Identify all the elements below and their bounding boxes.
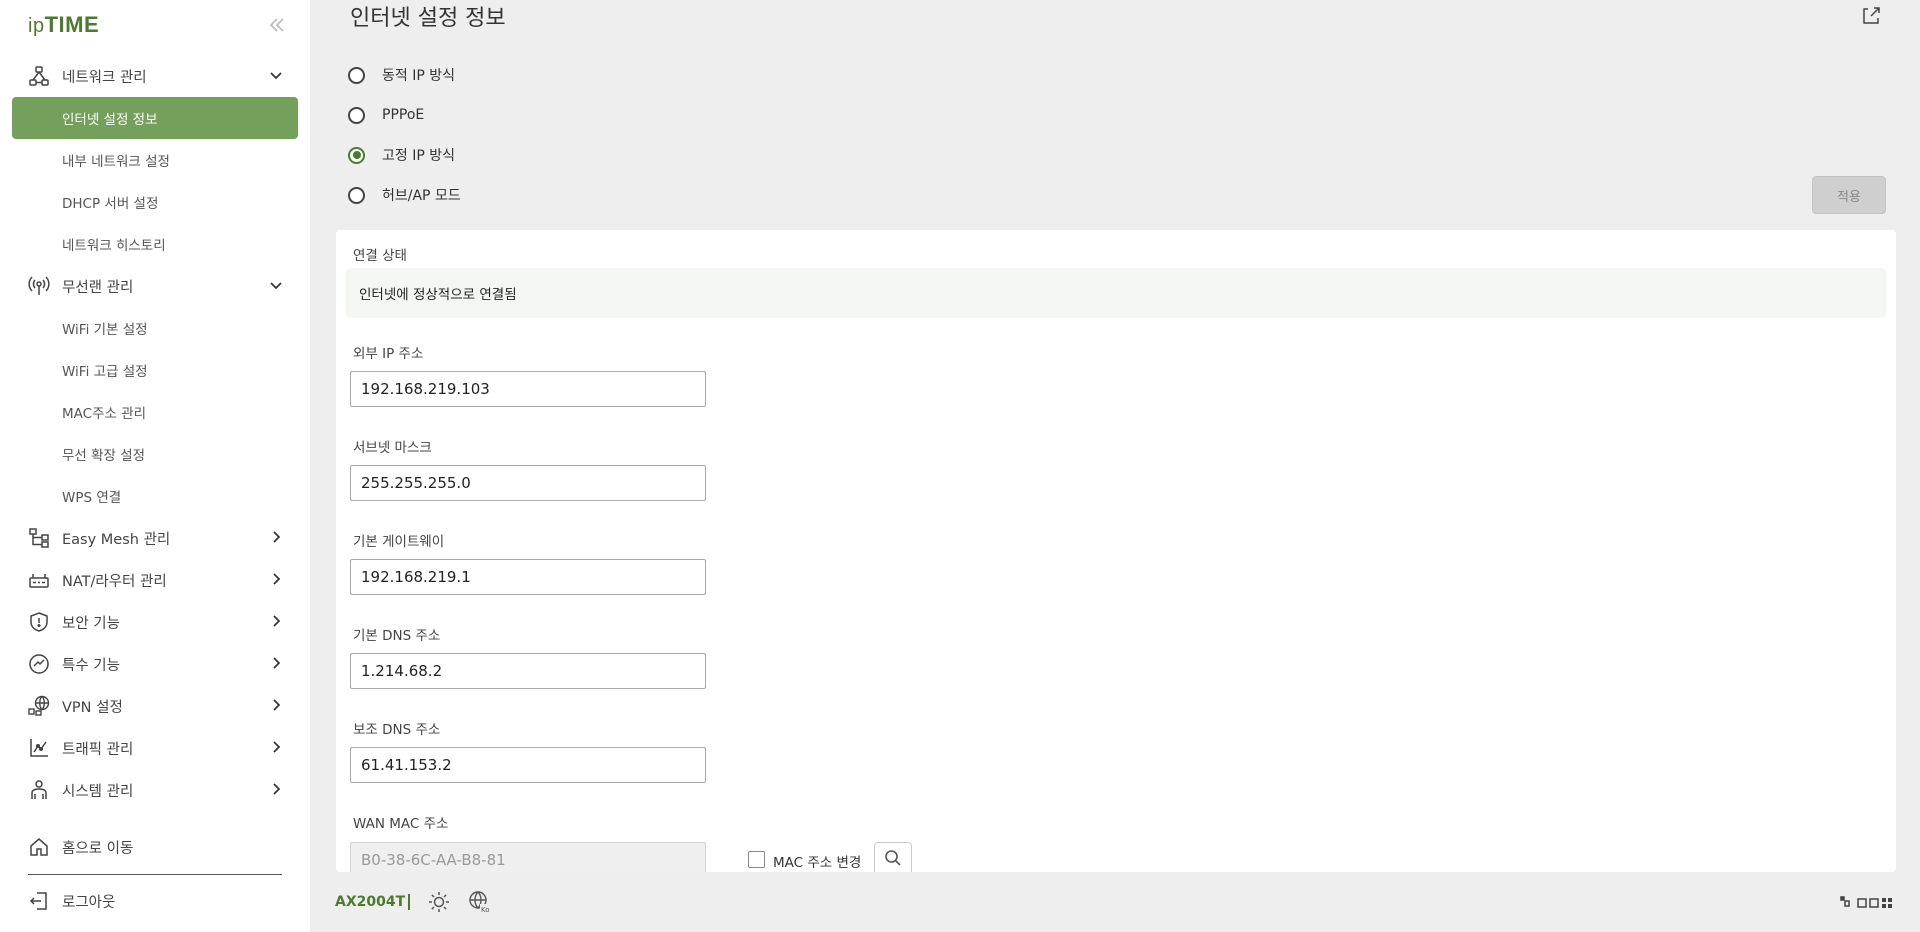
sidebar-item-internet-settings[interactable]: 인터넷 설정 정보	[12, 97, 298, 139]
chevron-right-icon	[268, 529, 284, 545]
sidebar-group-wireless[interactable]: 무선랜 관리	[0, 265, 310, 307]
sidebar-group-label: 무선랜 관리	[62, 279, 134, 296]
sidebar-group-label: 특수 기능	[62, 657, 120, 674]
sidebar-group-vpn[interactable]: VPN 설정	[0, 685, 310, 727]
logout-link[interactable]: 로그아웃	[0, 880, 310, 922]
wireless-icon	[28, 275, 50, 297]
chevron-right-icon	[268, 781, 284, 797]
chevron-right-icon	[268, 613, 284, 629]
sidebar-group-label: 트래픽 관리	[62, 741, 134, 758]
sidebar-item-network-history[interactable]: 네트워크 히스토리	[12, 223, 298, 265]
home-link[interactable]: 홈으로 이동	[0, 826, 310, 868]
radio-button[interactable]	[348, 186, 365, 204]
sidebar: ipTIME 네트워크 관리 인터넷 설정 정보 내부 네트워크 설정 DHCP…	[0, 0, 310, 932]
wan-mac-label: WAN MAC 주소	[353, 816, 449, 832]
chevron-down-icon	[268, 277, 284, 293]
iptime-logo[interactable]: ipTIME	[28, 12, 99, 38]
sidebar-group-label: 네트워크 관리	[62, 69, 147, 86]
radio-dynamic-ip[interactable]: 동적 IP 방식	[348, 63, 455, 87]
external-ip-input[interactable]: 192.168.219.103	[350, 371, 706, 407]
sidebar-group-traffic[interactable]: 트래픽 관리	[0, 727, 310, 769]
connection-status-label: 연결 상태	[353, 248, 407, 264]
sidebar-group-label: VPN 설정	[62, 699, 123, 716]
sidebar-item-wifi-basic[interactable]: WiFi 기본 설정	[12, 307, 298, 349]
sidebar-group-nat-router[interactable]: NAT/라우터 관리	[0, 559, 310, 601]
vpn-globe-icon	[28, 695, 50, 717]
apply-button[interactable]: 적용	[1812, 176, 1886, 214]
mac-search-button[interactable]	[874, 842, 912, 872]
subnet-mask-label: 서브넷 마스크	[353, 440, 432, 456]
sidebar-divider	[28, 874, 282, 875]
brightness-icon[interactable]	[427, 890, 451, 914]
radio-button-selected[interactable]	[348, 146, 365, 164]
chevron-down-icon	[268, 67, 284, 83]
gateway-label: 기본 게이트웨이	[353, 534, 445, 550]
sidebar-group-label: 보안 기능	[62, 615, 120, 632]
special-icon	[28, 653, 50, 675]
subnet-mask-input[interactable]: 255.255.255.0	[350, 465, 706, 501]
logout-icon	[28, 890, 50, 912]
sidebar-item-wifi-advanced[interactable]: WiFi 고급 설정	[12, 349, 298, 391]
network-icon	[28, 65, 50, 87]
page-title: 인터넷 설정 정보	[350, 6, 506, 31]
footer-separator	[408, 894, 410, 910]
mac-change-label: MAC 주소 변경	[773, 855, 862, 871]
secondary-dns-input[interactable]: 61.41.153.2	[350, 747, 706, 783]
sidebar-group-special[interactable]: 특수 기능	[0, 643, 310, 685]
sidebar-item-wireless-extend[interactable]: 무선 확장 설정	[12, 433, 298, 475]
mac-change-checkbox[interactable]	[748, 851, 765, 868]
system-icon	[28, 779, 50, 801]
sidebar-group-network[interactable]: 네트워크 관리	[0, 55, 310, 97]
chevron-right-icon	[268, 739, 284, 755]
router-icon	[28, 569, 50, 591]
sidebar-group-label: NAT/라우터 관리	[62, 573, 167, 590]
primary-dns-label: 기본 DNS 주소	[353, 628, 441, 644]
sidebar-item-dhcp[interactable]: DHCP 서버 설정	[12, 181, 298, 223]
sidebar-group-label: 시스템 관리	[62, 783, 134, 800]
sidebar-collapse-icon[interactable]	[268, 14, 286, 36]
search-icon	[884, 849, 902, 871]
radio-button[interactable]	[348, 106, 365, 124]
radio-hub-ap[interactable]: 허브/AP 모드	[348, 183, 461, 207]
gateway-input[interactable]: 192.168.219.1	[350, 559, 706, 595]
sidebar-group-easy-mesh[interactable]: Easy Mesh 관리	[0, 517, 310, 559]
home-icon	[28, 836, 50, 858]
sidebar-item-wps[interactable]: WPS 연결	[12, 475, 298, 517]
language-globe-icon[interactable]: Ko	[468, 890, 492, 914]
secondary-dns-label: 보조 DNS 주소	[353, 722, 441, 738]
main-content: 인터넷 설정 정보 동적 IP 방식 PPPoE 고정 IP 방식 허브/AP …	[310, 0, 1920, 872]
chevron-right-icon	[268, 697, 284, 713]
model-name: AX2004T	[335, 894, 406, 910]
shield-icon	[28, 611, 50, 633]
footer-bar: AX2004T Ko	[310, 872, 1920, 932]
external-ip-label: 외부 IP 주소	[353, 346, 424, 362]
sidebar-group-system[interactable]: 시스템 관리	[0, 769, 310, 811]
home-label: 홈으로 이동	[62, 840, 134, 857]
settings-card: 연결 상태 인터넷에 정상적으로 연결됨 외부 IP 주소 192.168.21…	[336, 230, 1896, 872]
mesh-icon	[28, 527, 50, 549]
radio-button[interactable]	[348, 66, 365, 84]
sidebar-group-label: Easy Mesh 관리	[62, 531, 171, 548]
layout-toggle-icon[interactable]	[1840, 894, 1894, 910]
sidebar-item-mac-management[interactable]: MAC주소 관리	[12, 391, 298, 433]
sidebar-item-lan-settings[interactable]: 내부 네트워크 설정	[12, 139, 298, 181]
connection-status-value: 인터넷에 정상적으로 연결됨	[346, 268, 1886, 318]
logout-label: 로그아웃	[62, 894, 116, 911]
radio-static-ip[interactable]: 고정 IP 방식	[348, 143, 455, 167]
wan-mac-input: B0-38-6C-AA-B8-81	[350, 842, 706, 872]
chevron-right-icon	[268, 655, 284, 671]
primary-dns-input[interactable]: 1.214.68.2	[350, 653, 706, 689]
traffic-chart-icon	[28, 737, 50, 759]
export-icon[interactable]	[1860, 4, 1882, 26]
sidebar-group-security[interactable]: 보안 기능	[0, 601, 310, 643]
radio-pppoe[interactable]: PPPoE	[348, 103, 424, 127]
chevron-right-icon	[268, 571, 284, 587]
svg-text:Ko: Ko	[481, 906, 490, 914]
